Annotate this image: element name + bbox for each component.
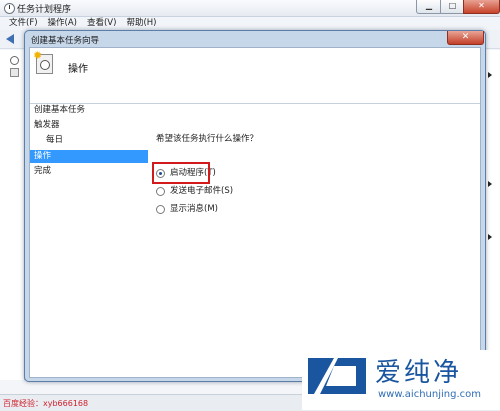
clock-icon — [40, 60, 50, 70]
menu-help[interactable]: 帮助(H) — [126, 17, 156, 30]
action-question: 希望该任务执行什么操作？ — [156, 134, 259, 144]
back-arrow-icon[interactable] — [6, 34, 14, 44]
highlight-annotation — [152, 162, 210, 184]
status-text: 百度经验：xyb666168 — [3, 399, 89, 408]
step-action[interactable]: 操作 — [30, 150, 148, 163]
watermark-text: 爱纯净 — [375, 358, 463, 388]
navigation-tree — [0, 50, 25, 380]
menu-view[interactable]: 查看(V) — [87, 17, 116, 30]
option-label[interactable]: 显示消息(M) — [170, 203, 218, 216]
expand-arrow-icon[interactable] — [488, 72, 492, 78]
expand-arrow-icon[interactable] — [488, 234, 492, 240]
header-title: 操作 — [68, 64, 88, 75]
dialog-title: 创建基本任务向导 — [31, 36, 100, 46]
close-button[interactable]: ✕ — [463, 0, 500, 14]
expand-arrow-icon[interactable] — [488, 181, 492, 187]
dialog-header: ✹ 操作 — [30, 48, 480, 104]
watermark-site: www.aichunjing.com — [378, 389, 481, 400]
star-icon: ✹ — [33, 49, 43, 62]
menu-bar: 文件(F) 操作(A) 查看(V) 帮助(H) — [0, 17, 500, 30]
menu-action[interactable]: 操作(A) — [48, 17, 77, 30]
clock-app-icon — [4, 3, 15, 14]
step-finish[interactable]: 完成 — [30, 165, 148, 178]
option-label[interactable]: 发送电子邮件(S) — [170, 185, 233, 198]
wizard-steps: 创建基本任务 触发器 每日 操作 完成 — [30, 104, 148, 377]
step-daily[interactable]: 每日 — [30, 134, 148, 147]
menu-file[interactable]: 文件(F) — [9, 17, 38, 30]
step-trigger[interactable]: 触发器 — [30, 119, 148, 132]
dialog-content: ✹ 操作 创建基本任务 触发器 每日 操作 完成 希望该任务执行什么操作？ 启动… — [29, 47, 481, 378]
create-basic-task-dialog: 创建基本任务向导 ✕ ✹ 操作 创建基本任务 触发器 每日 操作 完成 希望该任… — [24, 30, 486, 382]
dialog-close-button[interactable]: ✕ — [447, 31, 484, 45]
task-library-tree-icon[interactable] — [10, 68, 19, 77]
radio-show-message[interactable] — [156, 205, 165, 214]
task-scheduler-tree-icon[interactable] — [10, 56, 19, 65]
maximize-button[interactable]: □ — [440, 0, 465, 14]
step-create-basic-task[interactable]: 创建基本任务 — [30, 104, 148, 117]
radio-send-email[interactable] — [156, 187, 165, 196]
task-wizard-icon: ✹ — [33, 49, 53, 74]
watermark-logo — [308, 358, 366, 394]
main-window-title: 任务计划程序 — [17, 5, 72, 15]
minimize-button[interactable]: ▁ — [416, 0, 442, 14]
